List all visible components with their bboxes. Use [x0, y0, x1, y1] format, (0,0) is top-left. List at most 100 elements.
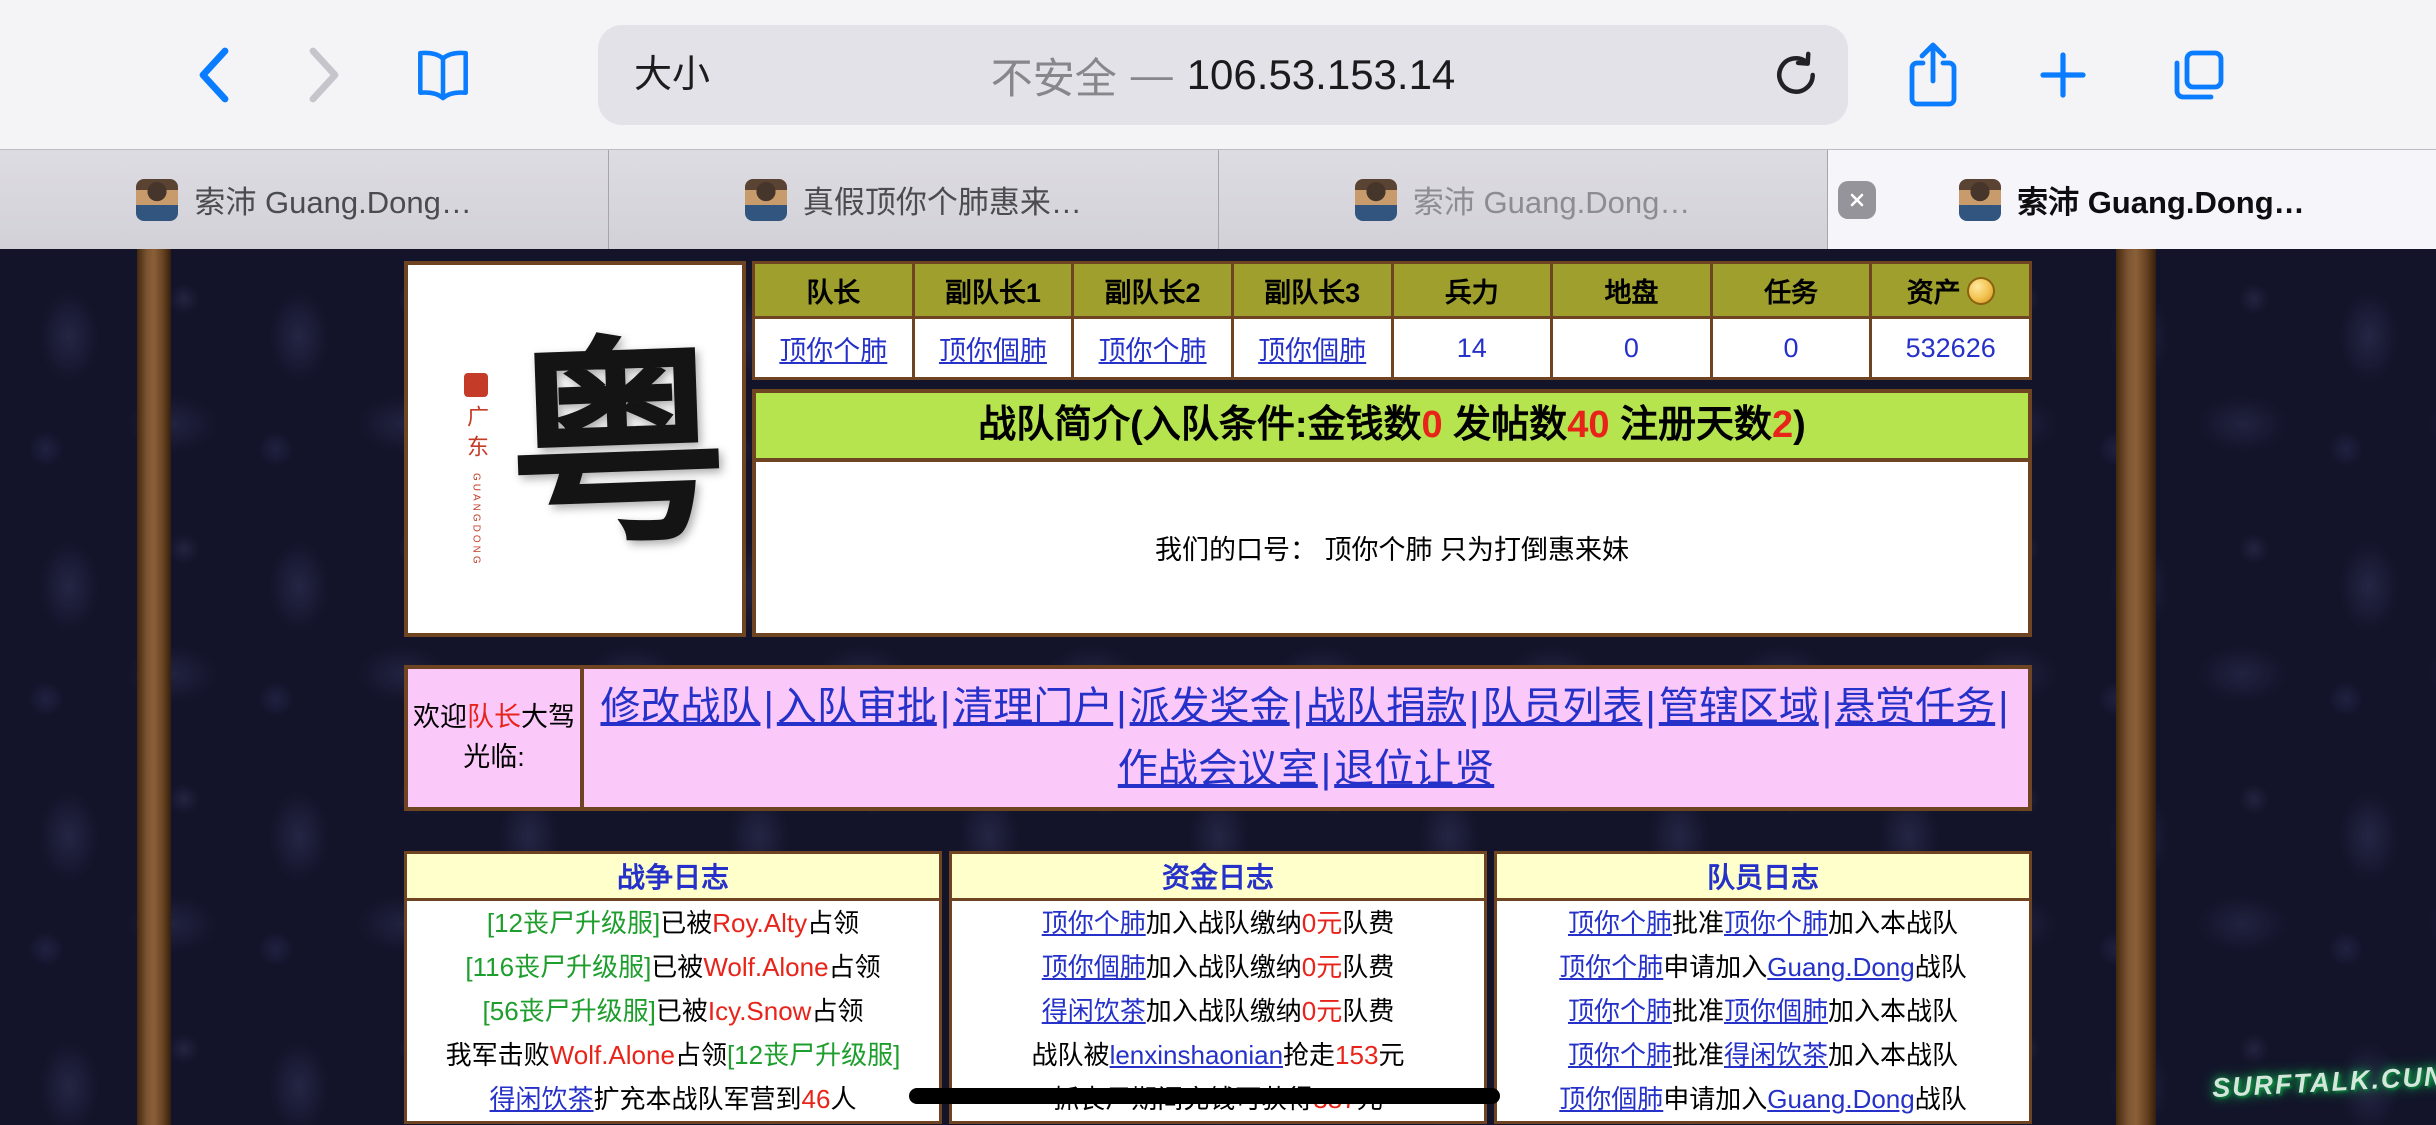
inline-link[interactable]: 顶你个肺 — [1568, 996, 1672, 1026]
separator: | — [760, 685, 776, 729]
text-segment: 加入战队缴纳 — [1146, 952, 1302, 982]
text-segment: 元 — [1378, 1040, 1404, 1070]
team-page-content: 广东 GUANGDONG 粤 队长副队长1副队长2副队长3兵力地盘任务资产顶你个… — [404, 261, 2032, 1124]
text-segment: 占领 — [811, 996, 863, 1026]
inline-link[interactable]: Guang.Dong — [1767, 1084, 1914, 1114]
team-action-link[interactable]: 入队审批 — [777, 685, 937, 729]
team-action-link[interactable]: 清理门户 — [953, 685, 1113, 729]
log-entry: 顶你個肺申请加入Guang.Dong战队 — [1497, 1077, 2029, 1121]
reload-button[interactable] — [1770, 25, 1822, 125]
team-action-link[interactable]: 作战会议室 — [1118, 747, 1318, 791]
browser-tab[interactable]: 真假顶你个肺惠来… — [609, 150, 1218, 249]
inline-link[interactable]: 0 — [1624, 333, 1639, 363]
text-segment: 加入本战队 — [1828, 908, 1958, 938]
inline-link[interactable]: 顶你個肺 — [1042, 952, 1146, 982]
inline-link[interactable]: 顶你个肺 — [1568, 908, 1672, 938]
inline-link[interactable]: 顶你个肺 — [1042, 908, 1146, 938]
inline-link[interactable]: 顶你个肺 — [1724, 908, 1828, 938]
text-segment: 占领 — [675, 1040, 727, 1070]
browser-tab[interactable]: 索沛 Guang.Dong… — [1219, 150, 1828, 249]
browser-tab[interactable]: 索沛 Guang.Dong… — [0, 150, 609, 249]
text-segment: Wolf.Alone — [550, 1040, 675, 1070]
team-action-link[interactable]: 队员列表 — [1482, 685, 1642, 729]
stats-value-cell[interactable]: 顶你个肺 — [754, 318, 914, 379]
text-segment: 已被 — [656, 996, 708, 1026]
stats-value-cell[interactable]: 0 — [1552, 318, 1712, 379]
team-action-link[interactable]: 修改战队 — [600, 685, 760, 729]
text-segment: 153 — [1335, 1040, 1378, 1070]
url-text: 不安全 — 106.53.153.14 — [598, 25, 1848, 125]
inline-link[interactable]: 得闲饮茶 — [1042, 996, 1146, 1026]
stats-value-cell[interactable]: 顶你個肺 — [1232, 318, 1392, 379]
inline-link[interactable]: lenxinshaonian — [1110, 1040, 1283, 1070]
text-segment: 已被 — [651, 952, 703, 982]
text-segment: 注册天数 — [1609, 404, 1772, 446]
browser-tab[interactable]: 索沛 Guang.Dong… — [1828, 150, 2436, 249]
stats-value-cell[interactable]: 顶你個肺 — [913, 318, 1073, 379]
inline-link[interactable]: 532626 — [1906, 333, 1996, 363]
text-segment: 战队 — [1915, 952, 1967, 982]
team-intro-banner: 战队简介(入队条件:金钱数0 发帖数40 注册天数2) — [752, 389, 2032, 462]
home-indicator[interactable] — [909, 1088, 1500, 1104]
log-panels: 战争日志[12丧尸升级服]已被Roy.Alty占领[116丧尸升级服]已被Wol… — [404, 851, 2032, 1124]
inline-link[interactable]: Guang.Dong — [1767, 952, 1914, 982]
inline-link[interactable]: 顶你個肺 — [1724, 996, 1828, 1026]
text-segment: 批准 — [1672, 908, 1724, 938]
tab-overview-button[interactable] — [2154, 0, 2244, 149]
inline-link[interactable]: 顶你个肺 — [1559, 952, 1663, 982]
separator: | — [1466, 685, 1482, 729]
stats-header-cell: 资产 — [1871, 263, 2031, 318]
team-header-section: 广东 GUANGDONG 粤 队长副队长1副队长2副队长3兵力地盘任务资产顶你个… — [404, 261, 2032, 637]
team-action-link[interactable]: 派发奖金 — [1130, 685, 1290, 729]
text-segment: 0元 — [1302, 952, 1342, 982]
text-segment: 申请加入 — [1663, 952, 1767, 982]
log-panel: 资金日志顶你个肺加入战队缴纳0元队费顶你個肺加入战队缴纳0元队费得闲饮茶加入战队… — [949, 851, 1487, 1124]
text-segment: 加入本战队 — [1828, 1040, 1958, 1070]
web-page: 广东 GUANGDONG 粤 队长副队长1副队长2副队长3兵力地盘任务资产顶你个… — [0, 249, 2436, 1125]
text-segment: 占领 — [807, 908, 859, 938]
inline-link[interactable]: 顶你個肺 — [939, 336, 1047, 366]
inline-link[interactable]: 顶你个肺 — [1099, 336, 1207, 366]
address-bar[interactable]: 大小 不安全 — 106.53.153.14 — [598, 25, 1848, 125]
seal-stamp-icon — [464, 373, 488, 397]
inline-link[interactable]: 顶你個肺 — [1258, 336, 1366, 366]
tab-close-button[interactable] — [1838, 181, 1876, 219]
stats-value-cell[interactable]: 0 — [1711, 318, 1871, 379]
team-action-link[interactable]: 管辖区域 — [1659, 685, 1819, 729]
new-tab-button[interactable] — [2018, 0, 2108, 149]
watermark: SURFTALK.CUN — [2211, 1061, 2436, 1104]
stats-header-cell: 兵力 — [1392, 263, 1552, 318]
text-segment: 战队简介(入队条件:金钱数 — [978, 404, 1421, 446]
inline-link[interactable]: 顶你个肺 — [1568, 1040, 1672, 1070]
reading-list-button[interactable] — [398, 0, 488, 149]
stats-value-cell[interactable]: 顶你个肺 — [1073, 318, 1233, 379]
team-action-link[interactable]: 退位让贤 — [1334, 747, 1494, 791]
inline-link[interactable]: 0 — [1784, 333, 1799, 363]
team-action-link[interactable]: 悬赏任务 — [1835, 685, 1995, 729]
separator: | — [1642, 685, 1658, 729]
forward-button[interactable] — [278, 0, 368, 149]
inline-link[interactable]: 顶你個肺 — [1559, 1084, 1663, 1114]
inline-link[interactable]: 顶你个肺 — [779, 336, 887, 366]
log-entry: 我军击败Wolf.Alone占领[12丧尸升级服] — [407, 1033, 939, 1077]
stats-header-cell: 副队长3 — [1232, 263, 1392, 318]
log-entry: 顶你个肺批准顶你個肺加入本战队 — [1497, 989, 2029, 1033]
page-border-right — [2116, 249, 2156, 1125]
back-button[interactable] — [170, 0, 260, 149]
admin-nav-line2: 作战会议室|退位让贤 — [1118, 738, 1494, 800]
log-panel: 队员日志顶你个肺批准顶你个肺加入本战队顶你个肺申请加入Guang.Dong战队顶… — [1494, 851, 2032, 1124]
separator: | — [1113, 685, 1129, 729]
admin-nav-line1: 修改战队|入队审批|清理门户|派发奖金|战队捐款|队员列表|管辖区域|悬赏任务| — [600, 676, 2011, 738]
inline-link[interactable]: 得闲饮茶 — [490, 1084, 594, 1114]
inline-link[interactable]: 14 — [1457, 333, 1487, 363]
text-segment: 队费 — [1342, 908, 1394, 938]
inline-link[interactable]: 得闲饮茶 — [1724, 1040, 1828, 1070]
log-entry: 顶你个肺批准得闲饮茶加入本战队 — [1497, 1033, 2029, 1077]
team-action-link[interactable]: 战队捐款 — [1306, 685, 1466, 729]
log-title: 资金日志 — [952, 854, 1484, 901]
stats-value-cell[interactable]: 532626 — [1871, 318, 2031, 379]
tab-title: 索沛 Guang.Dong… — [194, 177, 471, 222]
log-entry: [56丧尸升级服]已被Icy.Snow占领 — [407, 989, 939, 1033]
share-button[interactable] — [1888, 0, 1978, 149]
stats-value-cell[interactable]: 14 — [1392, 318, 1552, 379]
